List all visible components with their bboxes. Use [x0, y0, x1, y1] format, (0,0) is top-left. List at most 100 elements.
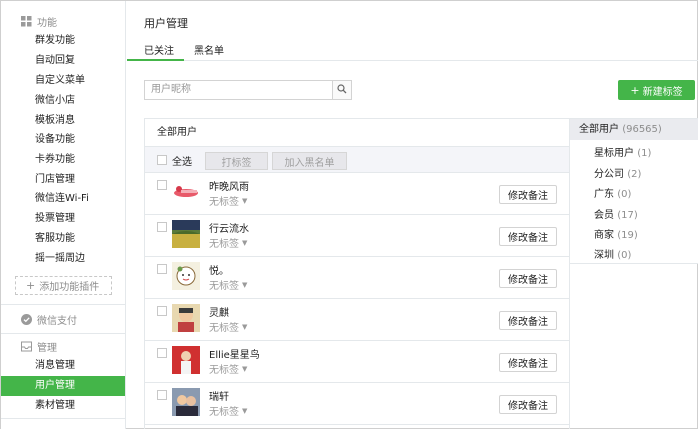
avatar — [172, 304, 200, 332]
group-item-starred[interactable]: 星标用户 (1) — [594, 144, 651, 159]
sidebar-item-template-message[interactable]: 模板消息 — [1, 111, 125, 131]
blacklist-button[interactable]: 加入黑名单 — [272, 152, 347, 170]
edit-remark-button[interactable]: 修改备注 — [499, 395, 557, 414]
grid-icon — [21, 15, 32, 27]
edit-remark-button[interactable]: 修改备注 — [499, 185, 557, 204]
group-count: (1) — [637, 148, 652, 159]
user-list-panel: 全部用户 全选 打标签 加入黑名单 昨晚风雨 无标签 ▼ 修改备注 行云流水 无标… — [144, 118, 570, 429]
user-name[interactable]: 昨晚风雨 — [209, 178, 249, 193]
sidebar-item-wifi[interactable]: 微信连Wi-Fi — [1, 189, 125, 209]
search-button[interactable] — [332, 80, 352, 100]
tab-blacklist[interactable]: 黑名单 — [194, 42, 224, 57]
row-checkbox[interactable] — [157, 180, 167, 190]
sidebar-item-vote[interactable]: 投票管理 — [1, 209, 125, 229]
sidebar-item-device[interactable]: 设备功能 — [1, 130, 125, 150]
user-tag: 无标签 — [209, 365, 239, 376]
user-tag: 无标签 — [209, 197, 239, 208]
table-row: 瑞轩 无标签 ▼ 修改备注 — [145, 383, 569, 425]
sidebar: 功能 群发功能 自动回复 自定义菜单 微信小店 模板消息 设备功能 卡券功能 门… — [1, 1, 126, 429]
row-checkbox[interactable] — [157, 306, 167, 316]
sidebar-item-custom-menu[interactable]: 自定义菜单 — [1, 71, 125, 91]
search-input[interactable]: 用户昵称 — [144, 80, 332, 100]
group-item-branch[interactable]: 分公司 (2) — [594, 165, 641, 180]
page-title: 用户管理 — [144, 17, 188, 30]
sidebar-item-auto-reply[interactable]: 自动回复 — [1, 51, 125, 71]
list-header: 全部用户 — [157, 127, 197, 138]
sidebar-item-materials[interactable]: 素材管理 — [1, 396, 125, 416]
sidebar-divider — [1, 418, 125, 419]
sidebar-item-broadcast[interactable]: 群发功能 — [1, 31, 125, 51]
table-row: 悦。 无标签 ▼ 修改备注 — [145, 257, 569, 299]
select-all-checkbox[interactable] — [157, 155, 167, 165]
group-name: 广东 — [594, 189, 614, 200]
group-count: (0) — [617, 189, 632, 200]
group-item-shenzhen[interactable]: 深圳 (0) — [594, 246, 631, 261]
search-icon — [337, 83, 347, 97]
user-name[interactable]: 灵麒 — [209, 304, 229, 319]
plus-icon: + — [26, 279, 36, 292]
sidebar-item-customer-service[interactable]: 客服功能 — [1, 229, 125, 249]
group-item-guangdong[interactable]: 广东 (0) — [594, 185, 631, 200]
row-checkbox[interactable] — [157, 264, 167, 274]
user-tag-dropdown[interactable]: 无标签 ▼ — [209, 277, 248, 293]
group-name: 全部用户 — [579, 124, 619, 135]
group-count: (19) — [617, 230, 638, 241]
user-tag-dropdown[interactable]: 无标签 ▼ — [209, 319, 248, 335]
user-name[interactable]: 行云流水 — [209, 220, 249, 235]
list-toolbar: 全选 打标签 加入黑名单 — [145, 146, 569, 173]
add-plugin-button[interactable]: + 添加功能插件 — [15, 276, 112, 295]
edit-remark-button[interactable]: 修改备注 — [499, 353, 557, 372]
sidebar-item-wechat-store[interactable]: 微信小店 — [1, 91, 125, 111]
wechat-pay-icon — [21, 313, 32, 325]
sidebar-item-stores[interactable]: 门店管理 — [1, 170, 125, 190]
group-count: (17) — [617, 210, 638, 221]
tag-button[interactable]: 打标签 — [205, 152, 268, 170]
user-tag: 无标签 — [209, 239, 239, 250]
edit-remark-button[interactable]: 修改备注 — [499, 269, 557, 288]
caret-down-icon: ▼ — [242, 238, 248, 247]
user-name[interactable]: 瑞轩 — [209, 388, 229, 403]
group-name: 深圳 — [594, 250, 614, 261]
sidebar-item-shake[interactable]: 摇一摇周边 — [1, 249, 125, 269]
user-tag: 无标签 — [209, 323, 239, 334]
user-tag-dropdown[interactable]: 无标签 ▼ — [209, 361, 247, 377]
section-title: 微信支付 — [37, 315, 77, 327]
group-item-all[interactable]: 全部用户 (96565) — [570, 119, 698, 140]
user-name[interactable]: Ellie星星鸟 — [209, 346, 260, 361]
caret-down-icon: ▼ — [242, 322, 248, 331]
tab-active-indicator — [127, 59, 184, 61]
sidebar-divider — [1, 333, 125, 334]
sidebar-item-coupons[interactable]: 卡券功能 — [1, 150, 125, 170]
user-tag-dropdown[interactable]: 无标签 ▼ — [209, 235, 248, 251]
sidebar-item-users[interactable]: 用户管理 — [1, 376, 125, 396]
avatar — [172, 346, 200, 374]
user-tag-dropdown[interactable]: 无标签 ▼ — [209, 403, 247, 419]
group-count: (0) — [617, 250, 632, 261]
tab-underline — [127, 60, 698, 61]
new-tag-label: 新建标签 — [642, 86, 683, 98]
new-tag-button[interactable]: + 新建标签 — [618, 80, 695, 100]
table-row: 行云流水 无标签 ▼ 修改备注 — [145, 215, 569, 257]
edit-remark-button[interactable]: 修改备注 — [499, 311, 557, 330]
avatar — [172, 388, 200, 416]
user-name[interactable]: 悦。 — [209, 262, 229, 277]
row-checkbox[interactable] — [157, 222, 167, 232]
caret-down-icon: ▼ — [242, 280, 248, 289]
group-name: 分公司 — [594, 169, 624, 180]
sidebar-item-messages[interactable]: 消息管理 — [1, 356, 125, 376]
group-name: 商家 — [594, 230, 614, 241]
section-title: 管理 — [37, 342, 57, 354]
edit-remark-button[interactable]: 修改备注 — [499, 227, 557, 246]
row-checkbox[interactable] — [157, 348, 167, 358]
caret-down-icon: ▼ — [242, 196, 248, 205]
table-row: 灵麒 无标签 ▼ 修改备注 — [145, 299, 569, 341]
group-item-merchants[interactable]: 商家 (19) — [594, 226, 638, 241]
section-wechat-pay[interactable]: 微信支付 — [21, 312, 77, 327]
group-item-members[interactable]: 会员 (17) — [594, 206, 638, 221]
user-tag-dropdown[interactable]: 无标签 ▼ — [209, 193, 248, 209]
tab-following[interactable]: 已关注 — [144, 42, 174, 57]
select-all-label: 全选 — [172, 157, 192, 168]
avatar — [172, 178, 200, 206]
row-checkbox[interactable] — [157, 390, 167, 400]
group-name: 星标用户 — [594, 148, 634, 159]
